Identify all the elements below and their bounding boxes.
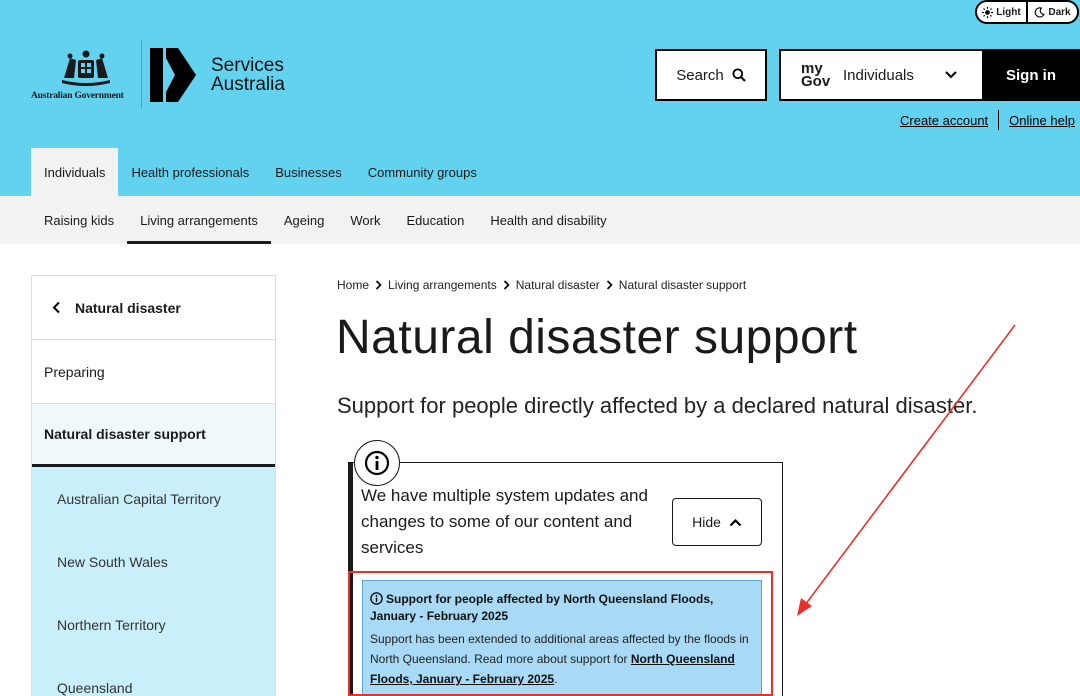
site-header: Light Dark Australian Government Service… [0,0,1080,196]
mygov-logo: my Gov [801,61,835,90]
services-australia-wordmark[interactable]: Services Australia [211,56,285,94]
chevron-up-icon [729,518,742,526]
breadcrumb-current: Natural disaster support [618,278,747,292]
breadcrumb-home[interactable]: Home [337,278,369,292]
hide-notice-button[interactable]: Hide [672,498,762,546]
audience-tabs: Individuals Health professionals Busines… [31,148,490,196]
chevron-right-icon [375,280,382,290]
mygov-logo-bottom: Gov [801,73,831,90]
nav-ageing[interactable]: Ageing [271,196,337,244]
search-label: Search [676,66,724,84]
theme-toggle[interactable]: Light Dark [975,0,1079,24]
online-help-link[interactable]: Online help [1009,113,1075,128]
australian-government-logo[interactable]: Australian Government [31,46,141,104]
dark-label: Dark [1048,6,1071,18]
breadcrumb-natural-disaster[interactable]: Natural disaster [516,278,600,292]
sun-icon [982,6,994,18]
sidebar-back-link[interactable]: Natural disaster [32,276,275,340]
chevron-down-icon [945,71,957,79]
link-separator [998,110,1000,130]
page-title: Natural disaster support [336,311,858,364]
chevron-right-icon [503,280,510,290]
chevron-right-icon [606,280,613,290]
light-label: Light [996,6,1021,18]
sign-in-button[interactable]: Sign in [982,49,1080,101]
nav-education[interactable]: Education [393,196,477,244]
brand-line-2: Australia [211,74,285,95]
light-theme-option[interactable]: Light [977,2,1026,22]
nav-health-and-disability[interactable]: Health and disability [477,196,619,244]
sidebar-sub-item-nt[interactable]: Northern Territory [32,593,275,656]
tab-individuals[interactable]: Individuals [31,148,119,196]
sidebar-item-natural-disaster-support[interactable]: Natural disaster support [32,404,275,467]
search-icon [732,68,746,82]
breadcrumb-living-arrangements[interactable]: Living arrangements [388,278,497,292]
annotation-highlight-box [348,571,773,696]
info-circle-icon [354,440,400,486]
coat-of-arms-icon [62,50,110,86]
sidebar-sub-item-act[interactable]: Australian Capital Territory [32,467,275,530]
moon-icon [1034,6,1046,18]
topic-navigation: Raising kids Living arrangements Ageing … [0,196,1080,244]
tab-community-groups[interactable]: Community groups [355,148,490,196]
tab-businesses[interactable]: Businesses [262,148,354,196]
tab-health-professionals[interactable]: Health professionals [118,148,262,196]
nav-work[interactable]: Work [337,196,393,244]
services-australia-chevron-logo[interactable] [150,48,196,102]
section-sidebar: Natural disaster Preparing Natural disas… [31,275,276,696]
sidebar-back-label: Natural disaster [75,299,181,316]
government-logo-text: Australian Government [31,91,124,101]
nav-living-arrangements[interactable]: Living arrangements [127,196,271,244]
mygov-selected-value: Individuals [843,66,914,84]
page-lead-text: Support for people directly affected by … [337,393,978,418]
dark-theme-option[interactable]: Dark [1026,2,1077,22]
sidebar-sub-item-qld[interactable]: Queensland [32,656,275,696]
account-links: Create account Online help [900,109,1080,131]
breadcrumb: Home Living arrangements Natural disaste… [337,278,746,292]
create-account-link[interactable]: Create account [900,113,988,128]
sidebar-sub-item-nsw[interactable]: New South Wales [32,530,275,593]
notice-heading: We have multiple system updates and chan… [361,486,648,557]
logo-divider [141,40,142,108]
nav-raising-kids[interactable]: Raising kids [31,196,127,244]
search-button[interactable]: Search [655,49,767,101]
chevron-left-icon [52,301,60,314]
sidebar-item-preparing[interactable]: Preparing [32,340,275,404]
mygov-selector[interactable]: my Gov Individuals [779,49,982,101]
brand-line-1: Services [211,55,284,76]
hide-label: Hide [692,514,721,530]
